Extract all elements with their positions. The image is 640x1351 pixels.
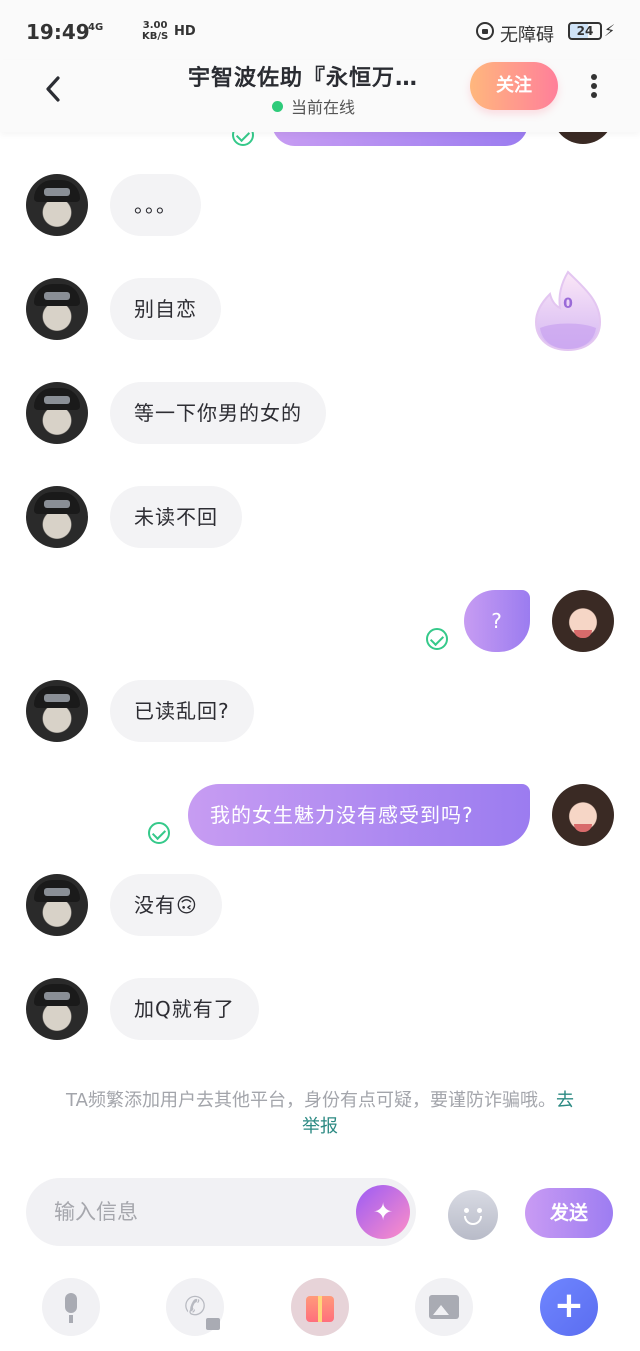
status-bar: 19:49 4G 3.00 KB/S HD 无障碍 24 ⚡ <box>0 0 640 60</box>
incoming-message-bubble[interactable]: 已读乱回? <box>110 680 254 742</box>
emoji-icon[interactable] <box>448 1190 498 1240</box>
read-receipt-icon <box>148 822 170 844</box>
online-status: 当前在线 <box>272 94 355 118</box>
my-avatar[interactable] <box>552 590 614 652</box>
incoming-message-bubble[interactable]: 未读不回 <box>110 486 242 548</box>
incoming-message-bubble[interactable]: 等一下你男的女的 <box>110 382 326 444</box>
incoming-message-bubble[interactable]: 加Q就有了 <box>110 978 259 1040</box>
lock-icon <box>476 22 494 40</box>
contact-avatar[interactable] <box>26 486 88 548</box>
incoming-message-bubble[interactable]: 没有🙃 <box>110 874 222 936</box>
fraud-warning: TA频繁添加用户去其他平台，身份有点可疑，要谨防诈骗哦。去举报 <box>60 1088 580 1140</box>
more-options-icon[interactable] <box>584 72 604 102</box>
chat-messages: 。。。 别自恋 0 等一下你男的女的 未读不回 ? 已读乱回? 我的女生魅力没有… <box>0 60 640 1160</box>
image-icon[interactable] <box>415 1278 473 1336</box>
network-speed: 3.00 KB/S <box>142 20 168 42</box>
message-input-container: ✦ <box>26 1178 416 1246</box>
send-button[interactable]: 发送 <box>525 1188 613 1238</box>
contact-avatar[interactable] <box>26 680 88 742</box>
magic-wand-icon[interactable]: ✦ <box>356 1185 410 1239</box>
contact-avatar[interactable] <box>26 874 88 936</box>
read-receipt-icon <box>426 628 448 650</box>
lock-icon <box>206 1318 220 1330</box>
contact-avatar[interactable] <box>26 382 88 444</box>
status-time: 19:49 <box>26 20 90 44</box>
flame-count: 0 <box>563 296 573 312</box>
hd-icon: HD <box>174 24 196 39</box>
speed-unit: KB/S <box>142 31 169 42</box>
gift-icon[interactable] <box>291 1278 349 1336</box>
incoming-message-bubble[interactable]: 别自恋 <box>110 278 221 340</box>
contact-avatar[interactable] <box>26 174 88 236</box>
charging-icon: ⚡ <box>604 21 616 40</box>
fraud-warning-text: TA频繁添加用户去其他平台，身份有点可疑，要谨防诈骗哦。 <box>66 1090 556 1111</box>
back-arrow-icon[interactable] <box>40 74 70 104</box>
outgoing-message-bubble[interactable]: 我的女生魅力没有感受到吗? <box>188 784 530 846</box>
signal-icon: 4G <box>88 22 104 33</box>
contact-avatar[interactable] <box>26 278 88 340</box>
contact-avatar[interactable] <box>26 978 88 1040</box>
phone-icon[interactable]: ✆ <box>166 1278 224 1336</box>
chat-title[interactable]: 宇智波佐助『永恒万… <box>188 60 448 92</box>
my-avatar[interactable] <box>552 784 614 846</box>
microphone-icon[interactable] <box>42 1278 100 1336</box>
outgoing-message-bubble[interactable]: ? <box>464 590 530 652</box>
chat-header: 宇智波佐助『永恒万… 当前在线 关注 <box>0 60 640 132</box>
battery-icon: 24 <box>568 22 602 40</box>
incoming-message-bubble[interactable]: 。。。 <box>110 174 201 236</box>
follow-button[interactable]: 关注 <box>470 62 558 110</box>
speed-value: 3.00 <box>142 20 168 31</box>
accessibility-label: 无障碍 <box>500 25 554 46</box>
message-input[interactable] <box>54 1178 354 1246</box>
online-dot-icon <box>272 101 283 112</box>
online-status-text: 当前在线 <box>291 98 356 117</box>
plus-icon[interactable]: + <box>540 1278 598 1336</box>
